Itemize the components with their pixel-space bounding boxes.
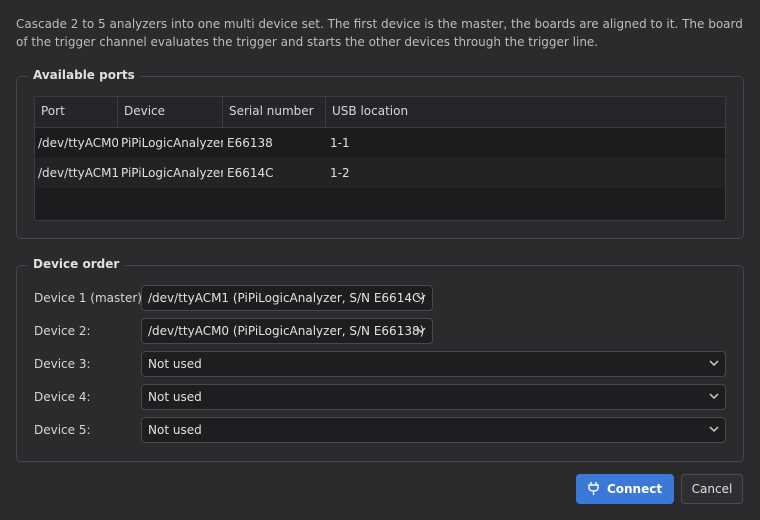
device-3-value: Not used bbox=[148, 357, 202, 371]
cancel-button[interactable]: Cancel bbox=[681, 474, 743, 504]
connect-button-label: Connect bbox=[606, 482, 663, 496]
chevron-down-icon bbox=[416, 327, 426, 334]
device-order-title: Device order bbox=[27, 257, 126, 271]
device-3-select[interactable]: Not used bbox=[141, 351, 726, 377]
cell-usb-location: 1-2 bbox=[330, 166, 350, 180]
chevron-down-icon bbox=[709, 426, 719, 433]
description-text: Cascade 2 to 5 analyzers into one multi … bbox=[16, 17, 743, 49]
available-ports-group: Available ports Port Device Serial numbe… bbox=[16, 68, 744, 239]
device-2-label: Device 2: bbox=[34, 324, 91, 338]
chevron-down-icon bbox=[709, 360, 719, 367]
plug-icon bbox=[588, 481, 599, 495]
cell-serial: E6614C bbox=[227, 166, 274, 180]
chevron-down-icon bbox=[416, 294, 426, 301]
column-header-usb-location[interactable]: USB location bbox=[326, 97, 725, 127]
device-5-value: Not used bbox=[148, 423, 202, 437]
device-4-label: Device 4: bbox=[34, 390, 91, 404]
table-header: Port Device Serial number USB location bbox=[35, 97, 725, 128]
device-5-label: Device 5: bbox=[34, 423, 91, 437]
column-header-serial[interactable]: Serial number bbox=[223, 97, 326, 127]
cell-usb-location: 1-1 bbox=[330, 136, 350, 150]
column-header-port[interactable]: Port bbox=[35, 97, 118, 127]
available-ports-title: Available ports bbox=[27, 68, 141, 82]
device-3-label: Device 3: bbox=[34, 357, 91, 371]
device-1-select[interactable]: /dev/ttyACM1 (PiPiLogicAnalyzer, S/N E66… bbox=[141, 285, 433, 311]
device-5-select[interactable]: Not used bbox=[141, 417, 726, 443]
device-4-select[interactable]: Not used bbox=[141, 384, 726, 410]
connect-button[interactable]: Connect bbox=[576, 474, 674, 504]
ports-table: Port Device Serial number USB location /… bbox=[34, 96, 726, 221]
device-1-label: Device 1 (master): bbox=[34, 291, 147, 305]
table-row[interactable]: /dev/ttyACM1 PiPiLogicAnalyzer E6614C 1-… bbox=[35, 158, 725, 188]
column-header-device[interactable]: Device bbox=[118, 97, 223, 127]
chevron-down-icon bbox=[709, 393, 719, 400]
table-row[interactable]: /dev/ttyACM0 PiPiLogicAnalyzer E66138 1-… bbox=[35, 128, 725, 158]
cell-device: PiPiLogicAnalyzer bbox=[121, 136, 223, 150]
device-1-value: /dev/ttyACM1 (PiPiLogicAnalyzer, S/N E66… bbox=[148, 291, 426, 305]
cell-device: PiPiLogicAnalyzer bbox=[121, 166, 223, 180]
device-order-group: Device order Device 1 (master): /dev/tty… bbox=[16, 257, 744, 462]
cell-serial: E66138 bbox=[227, 136, 273, 150]
device-4-value: Not used bbox=[148, 390, 202, 404]
cell-port: /dev/ttyACM0 bbox=[38, 136, 118, 150]
cell-port: /dev/ttyACM1 bbox=[38, 166, 118, 180]
device-2-value: /dev/ttyACM0 (PiPiLogicAnalyzer, S/N E66… bbox=[148, 324, 425, 338]
device-2-select[interactable]: /dev/ttyACM0 (PiPiLogicAnalyzer, S/N E66… bbox=[141, 318, 433, 344]
